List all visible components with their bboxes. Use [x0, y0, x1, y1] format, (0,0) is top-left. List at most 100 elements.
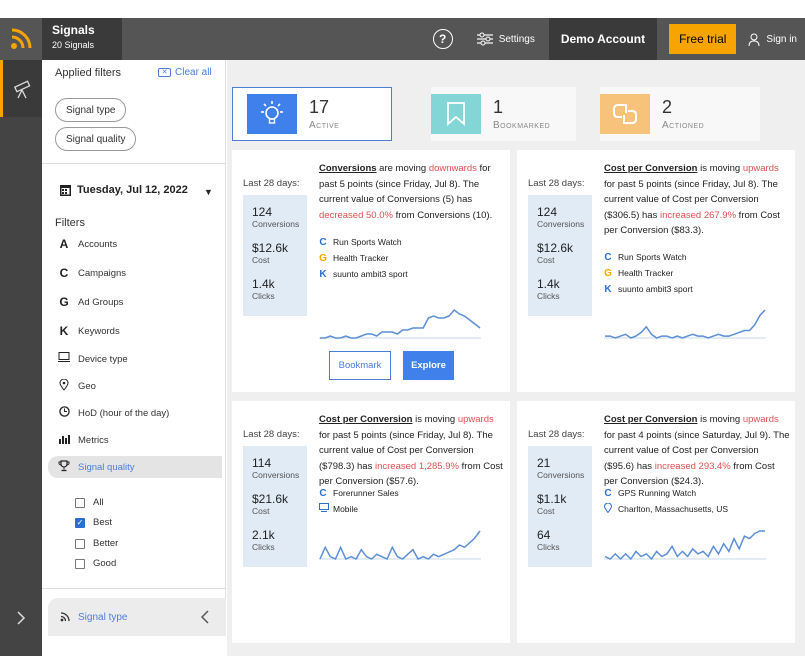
filter-metrics[interactable]: Metrics [42, 429, 222, 451]
signal-description: Cost per Conversion is moving upwards fo… [604, 161, 790, 239]
sign-in-button[interactable]: Sign in [748, 33, 797, 46]
metric-value: 1.4k [252, 277, 275, 291]
clear-icon: ✕ [158, 68, 171, 77]
rss-logo-icon[interactable] [0, 18, 42, 60]
metric-link[interactable]: Conversions [319, 163, 377, 174]
metric-link[interactable]: Cost per Conversion [604, 163, 697, 174]
metric-link[interactable]: Cost per Conversion [319, 414, 412, 425]
sliders-icon [476, 32, 493, 46]
desc-text: are moving [376, 163, 429, 174]
filter-hod[interactable]: HoD (hour of the day) [42, 402, 222, 424]
quality-option-better[interactable]: Better [75, 538, 118, 549]
filter-signal-quality[interactable]: Signal quality [48, 456, 222, 478]
direction-text: downwards [428, 163, 477, 174]
checkbox[interactable] [75, 538, 85, 549]
metrics-box: 21 Conversions $1.1k Cost 64 Clicks [528, 446, 592, 567]
demo-account-button[interactable]: Demo Account [548, 18, 658, 60]
metric-value: 124 [537, 205, 558, 219]
chip-signal-type[interactable]: Signal type [55, 98, 127, 122]
sparkline-chart [319, 308, 481, 339]
checkbox-checked[interactable]: ✓ [75, 517, 85, 528]
period-label: Last 28 days: [243, 429, 300, 440]
change-text: decreased 50.0% [319, 209, 393, 221]
entity-row[interactable]: Ksuunto ambit3 sport [319, 266, 407, 282]
direction-text: upwards [742, 163, 779, 174]
metric-name: Cost [252, 255, 270, 265]
clear-all-label: Clear all [175, 67, 212, 78]
signal-card[interactable]: Last 28 days: 124 Conversions $12.6k Cos… [232, 150, 510, 392]
quality-option-good[interactable]: Good [75, 558, 116, 569]
date-picker[interactable]: Tuesday, Jul 12, 2022 [60, 184, 188, 196]
quality-option-all[interactable]: All [75, 497, 104, 508]
clear-all-button[interactable]: ✕ Clear all [158, 67, 212, 78]
filter-label: Ad Groups [78, 296, 124, 308]
expand-chevron-icon[interactable] [0, 600, 42, 636]
checkbox[interactable] [75, 497, 85, 508]
metrics-icon [58, 433, 70, 447]
entity-row[interactable]: Mobile [319, 501, 399, 517]
app-subtitle: 20 Signals [52, 40, 95, 50]
period-label: Last 28 days: [528, 178, 585, 189]
signal-description: Cost per Conversion is moving upwards fo… [604, 412, 790, 490]
sign-in-label: Sign in [766, 33, 797, 45]
entity-label: suunto ambit3 sport [618, 284, 693, 294]
filter-label: Device type [78, 353, 128, 365]
sparkline-series [605, 309, 766, 339]
direction-text: upwards [457, 414, 494, 425]
free-trial-button[interactable]: Free trial [669, 24, 737, 54]
filter-campaigns[interactable]: C Campaigns [42, 262, 222, 284]
chip-signal-quality[interactable]: Signal quality [55, 127, 137, 151]
entity-row[interactable]: Ksuunto ambit3 sport [604, 281, 693, 297]
entity-row[interactable]: G Health Tracker [604, 265, 693, 281]
stat-active[interactable]: 17 Active [232, 87, 392, 141]
bookmark-icon [431, 94, 481, 134]
signal-card[interactable]: Last 28 days: 21 Conversions $1.1k Cost … [517, 401, 795, 643]
help-icon[interactable]: ? [432, 29, 453, 49]
collapse-chevron-icon[interactable] [184, 598, 226, 636]
metric-item: 124 Conversions [537, 205, 584, 229]
checkbox[interactable] [75, 558, 85, 569]
entity-list: C Run Sports Watch G Health Tracker Ksuunto … [604, 249, 693, 297]
calendar-icon [60, 185, 71, 196]
keywords-icon: K [59, 324, 69, 338]
metric-item: $21.6k Cost [252, 492, 298, 516]
signal-card[interactable]: Last 28 days: 114 Conversions $21.6k Cos… [232, 401, 510, 643]
stat-actioned[interactable]: 2 Actioned [600, 87, 760, 141]
telescope-icon[interactable] [0, 60, 42, 117]
entity-label: Forerunner Sales [333, 488, 399, 498]
filter-label: Metrics [78, 434, 109, 446]
entity-row[interactable]: C GPS Running Watch [604, 485, 728, 501]
signal-description: Cost per Conversion is moving upwards fo… [319, 412, 505, 490]
lightbulb-icon [247, 94, 297, 134]
entity-row[interactable]: Charlton, Massachusetts, US [603, 501, 728, 517]
entity-row[interactable]: C Run Sports Watch [319, 234, 408, 250]
desc-text: is moving [697, 163, 743, 174]
change-text: increased 293.4% [654, 460, 731, 472]
desc-text: is moving [412, 414, 458, 425]
entity-row[interactable]: C Run Sports Watch [604, 249, 693, 265]
filter-geo[interactable]: Geo [42, 375, 222, 397]
filter-ad-groups[interactable]: G Ad Groups [42, 291, 222, 313]
option-label: All [93, 497, 104, 508]
filter-device-type[interactable]: Device type [42, 348, 222, 370]
entity-row[interactable]: C Forerunner Sales [319, 485, 399, 501]
signal-description: Conversions are moving downwards for pas… [319, 161, 505, 223]
keyword-icon: K [319, 268, 327, 280]
filter-label: Campaigns [78, 267, 127, 279]
explore-button[interactable]: Explore [403, 351, 454, 380]
filter-label: Signal type [78, 611, 128, 623]
filter-accounts[interactable]: A Accounts [42, 233, 222, 255]
entity-row[interactable]: G Health Tracker [319, 250, 408, 266]
metric-name: Cost [252, 506, 270, 516]
metric-link[interactable]: Cost per Conversion [604, 414, 697, 425]
bookmark-button[interactable]: Bookmark [329, 351, 391, 380]
metric-item: 114 Conversions [252, 456, 299, 480]
chevron-down-icon[interactable]: ▼ [204, 187, 213, 197]
quality-option-best[interactable]: ✓ Best [75, 517, 112, 528]
settings-button[interactable]: Settings [476, 32, 535, 46]
divider [42, 588, 226, 589]
ad-groups-icon: G [59, 295, 69, 309]
signal-card[interactable]: Last 28 days: 124 Conversions $12.6k Cos… [517, 150, 795, 392]
filter-keywords[interactable]: K Keywords [42, 320, 222, 342]
stat-bookmarked[interactable]: 1 Bookmarked [431, 87, 576, 141]
